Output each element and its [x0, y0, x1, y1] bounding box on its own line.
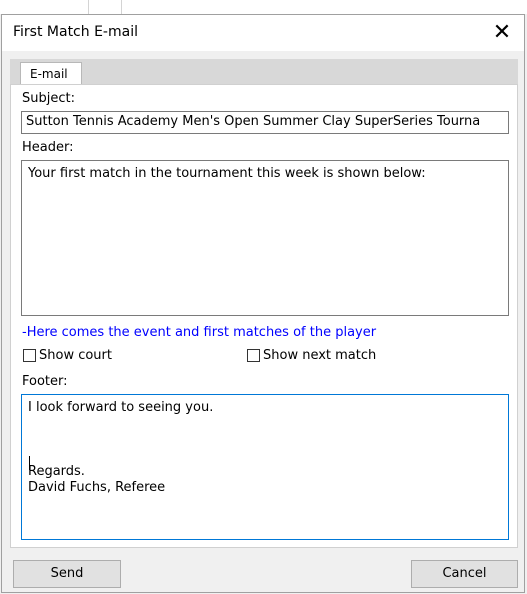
send-button[interactable]: Send — [13, 560, 121, 588]
show-next-match-checkbox[interactable]: Show next match — [247, 348, 376, 363]
footer-label: Footer: — [22, 374, 68, 389]
subject-label: Subject: — [22, 91, 75, 106]
text-caret — [29, 456, 30, 470]
first-match-email-dialog: First Match E-mail ✕ E-mail Subject: Sut… — [1, 14, 525, 593]
footer-textarea[interactable]: I look forward to seeing you. Regards. D… — [21, 394, 509, 540]
background-divider — [121, 0, 122, 14]
show-court-checkbox-box[interactable] — [23, 349, 36, 362]
header-textarea[interactable]: Your first match in the tournament this … — [21, 160, 509, 316]
show-next-match-checkbox-box[interactable] — [247, 349, 260, 362]
title-bar: First Match E-mail ✕ — [2, 15, 524, 51]
tab-strip: E-mail — [10, 59, 518, 85]
show-next-match-label: Show next match — [263, 348, 377, 363]
email-tab-panel: Subject: Sutton Tennis Academy Men's Ope… — [10, 84, 518, 548]
close-icon[interactable]: ✕ — [480, 15, 524, 51]
cancel-button[interactable]: Cancel — [411, 560, 518, 588]
show-court-checkbox[interactable]: Show court — [23, 348, 112, 363]
event-placeholder-hint: -Here comes the event and first matches … — [22, 325, 377, 340]
background-window-strip — [0, 0, 527, 14]
subject-input[interactable]: Sutton Tennis Academy Men's Open Summer … — [21, 111, 509, 134]
show-court-label: Show court — [39, 348, 112, 363]
header-label: Header: — [22, 140, 74, 155]
tab-email[interactable]: E-mail — [20, 62, 82, 85]
dialog-title: First Match E-mail — [13, 24, 138, 40]
background-divider — [88, 0, 89, 14]
